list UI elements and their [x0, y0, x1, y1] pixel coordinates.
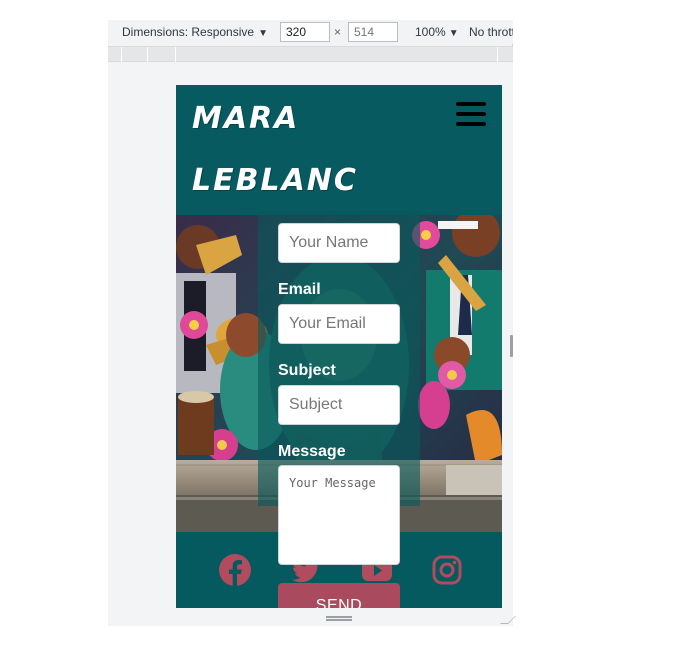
brand-name-first[interactable]: MARA — [192, 101, 299, 136]
resize-handle-bottom[interactable] — [326, 616, 352, 621]
message-label: Message — [278, 443, 346, 460]
hamburger-bar — [456, 122, 486, 126]
email-input[interactable] — [278, 304, 400, 344]
brand-name-last[interactable]: LEBLANC — [192, 163, 358, 198]
zoom-label: 100% — [415, 25, 446, 39]
hamburger-bar — [456, 102, 486, 106]
ruler-segment[interactable] — [108, 47, 122, 63]
ruler-segment[interactable] — [122, 47, 148, 63]
devtools-toolbar: Dimensions: Responsive▼ × 100%▼ No throt… — [108, 20, 513, 44]
media-query-ruler[interactable] — [108, 46, 513, 63]
name-input[interactable] — [278, 223, 400, 263]
zoom-dropdown[interactable]: 100% ▼ — [415, 25, 459, 39]
instagram-icon[interactable] — [431, 554, 463, 586]
viewport-width-input[interactable] — [280, 22, 330, 42]
ruler-segment[interactable] — [176, 47, 498, 63]
subject-input[interactable] — [278, 385, 400, 425]
hamburger-bar — [456, 112, 486, 116]
site-header: MARA LEBLANC — [176, 85, 502, 215]
dimensions-dropdown[interactable]: Dimensions: Responsive ▼ — [122, 25, 268, 39]
throttling-dropdown[interactable]: No throttling — [469, 25, 513, 39]
resize-handle-right[interactable] — [510, 335, 513, 357]
dimensions-label: Dimensions: Responsive — [122, 25, 255, 39]
facebook-icon[interactable] — [219, 554, 251, 586]
email-label: Email — [278, 281, 321, 298]
dimensions-caret-icon: ▼ — [258, 28, 268, 39]
zoom-caret-icon: ▼ — [448, 28, 459, 39]
hamburger-menu-icon[interactable] — [456, 102, 486, 128]
times-sign: × — [334, 25, 342, 39]
message-textarea[interactable] — [278, 465, 400, 565]
ruler-segment[interactable] — [148, 47, 176, 63]
viewport-height-input[interactable] — [348, 22, 398, 42]
subject-label: Subject — [278, 362, 336, 379]
send-button[interactable]: SEND — [278, 583, 400, 608]
device-viewport: MARA LEBLANC Name Email Subject Me — [176, 85, 502, 608]
